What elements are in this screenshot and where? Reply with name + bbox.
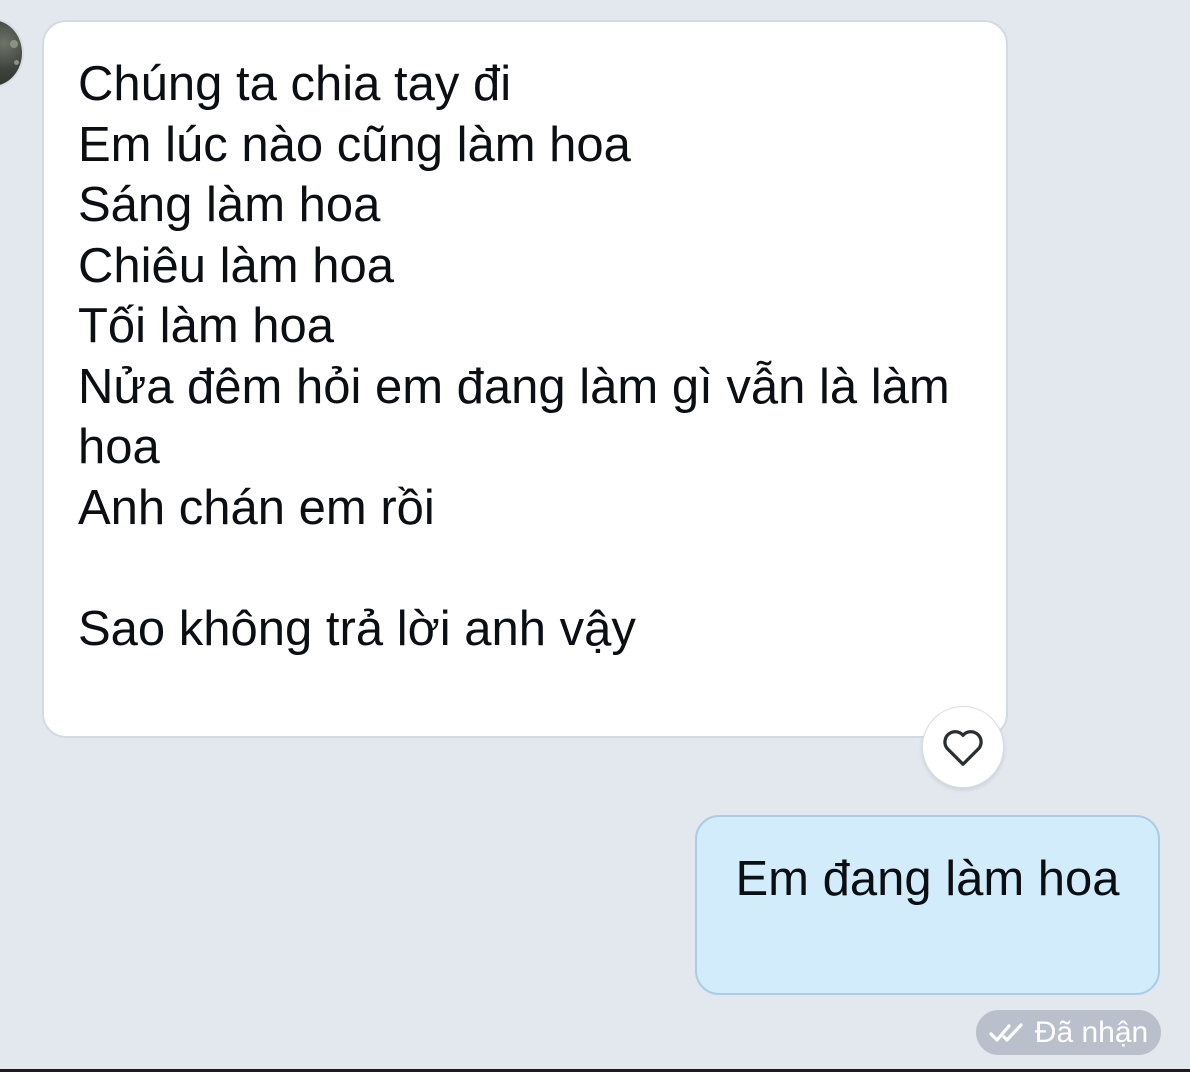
reaction-button[interactable]	[922, 706, 1004, 788]
outgoing-message-bubble[interactable]: Em đang làm hoa	[695, 815, 1160, 995]
heart-outline-icon	[943, 730, 983, 766]
outgoing-message-text: Em đang làm hoa	[735, 852, 1120, 906]
sender-avatar[interactable]	[0, 20, 22, 86]
double-check-icon	[989, 1022, 1023, 1042]
incoming-message-bubble[interactable]: Chúng ta chia tay đi Em lúc nào cũng làm…	[42, 20, 1008, 738]
delivery-status-badge: Đã nhận	[976, 1010, 1161, 1055]
incoming-message-text: Chúng ta chia tay đi Em lúc nào cũng làm…	[78, 57, 950, 656]
delivery-status-label: Đã nhận	[1034, 1015, 1149, 1049]
